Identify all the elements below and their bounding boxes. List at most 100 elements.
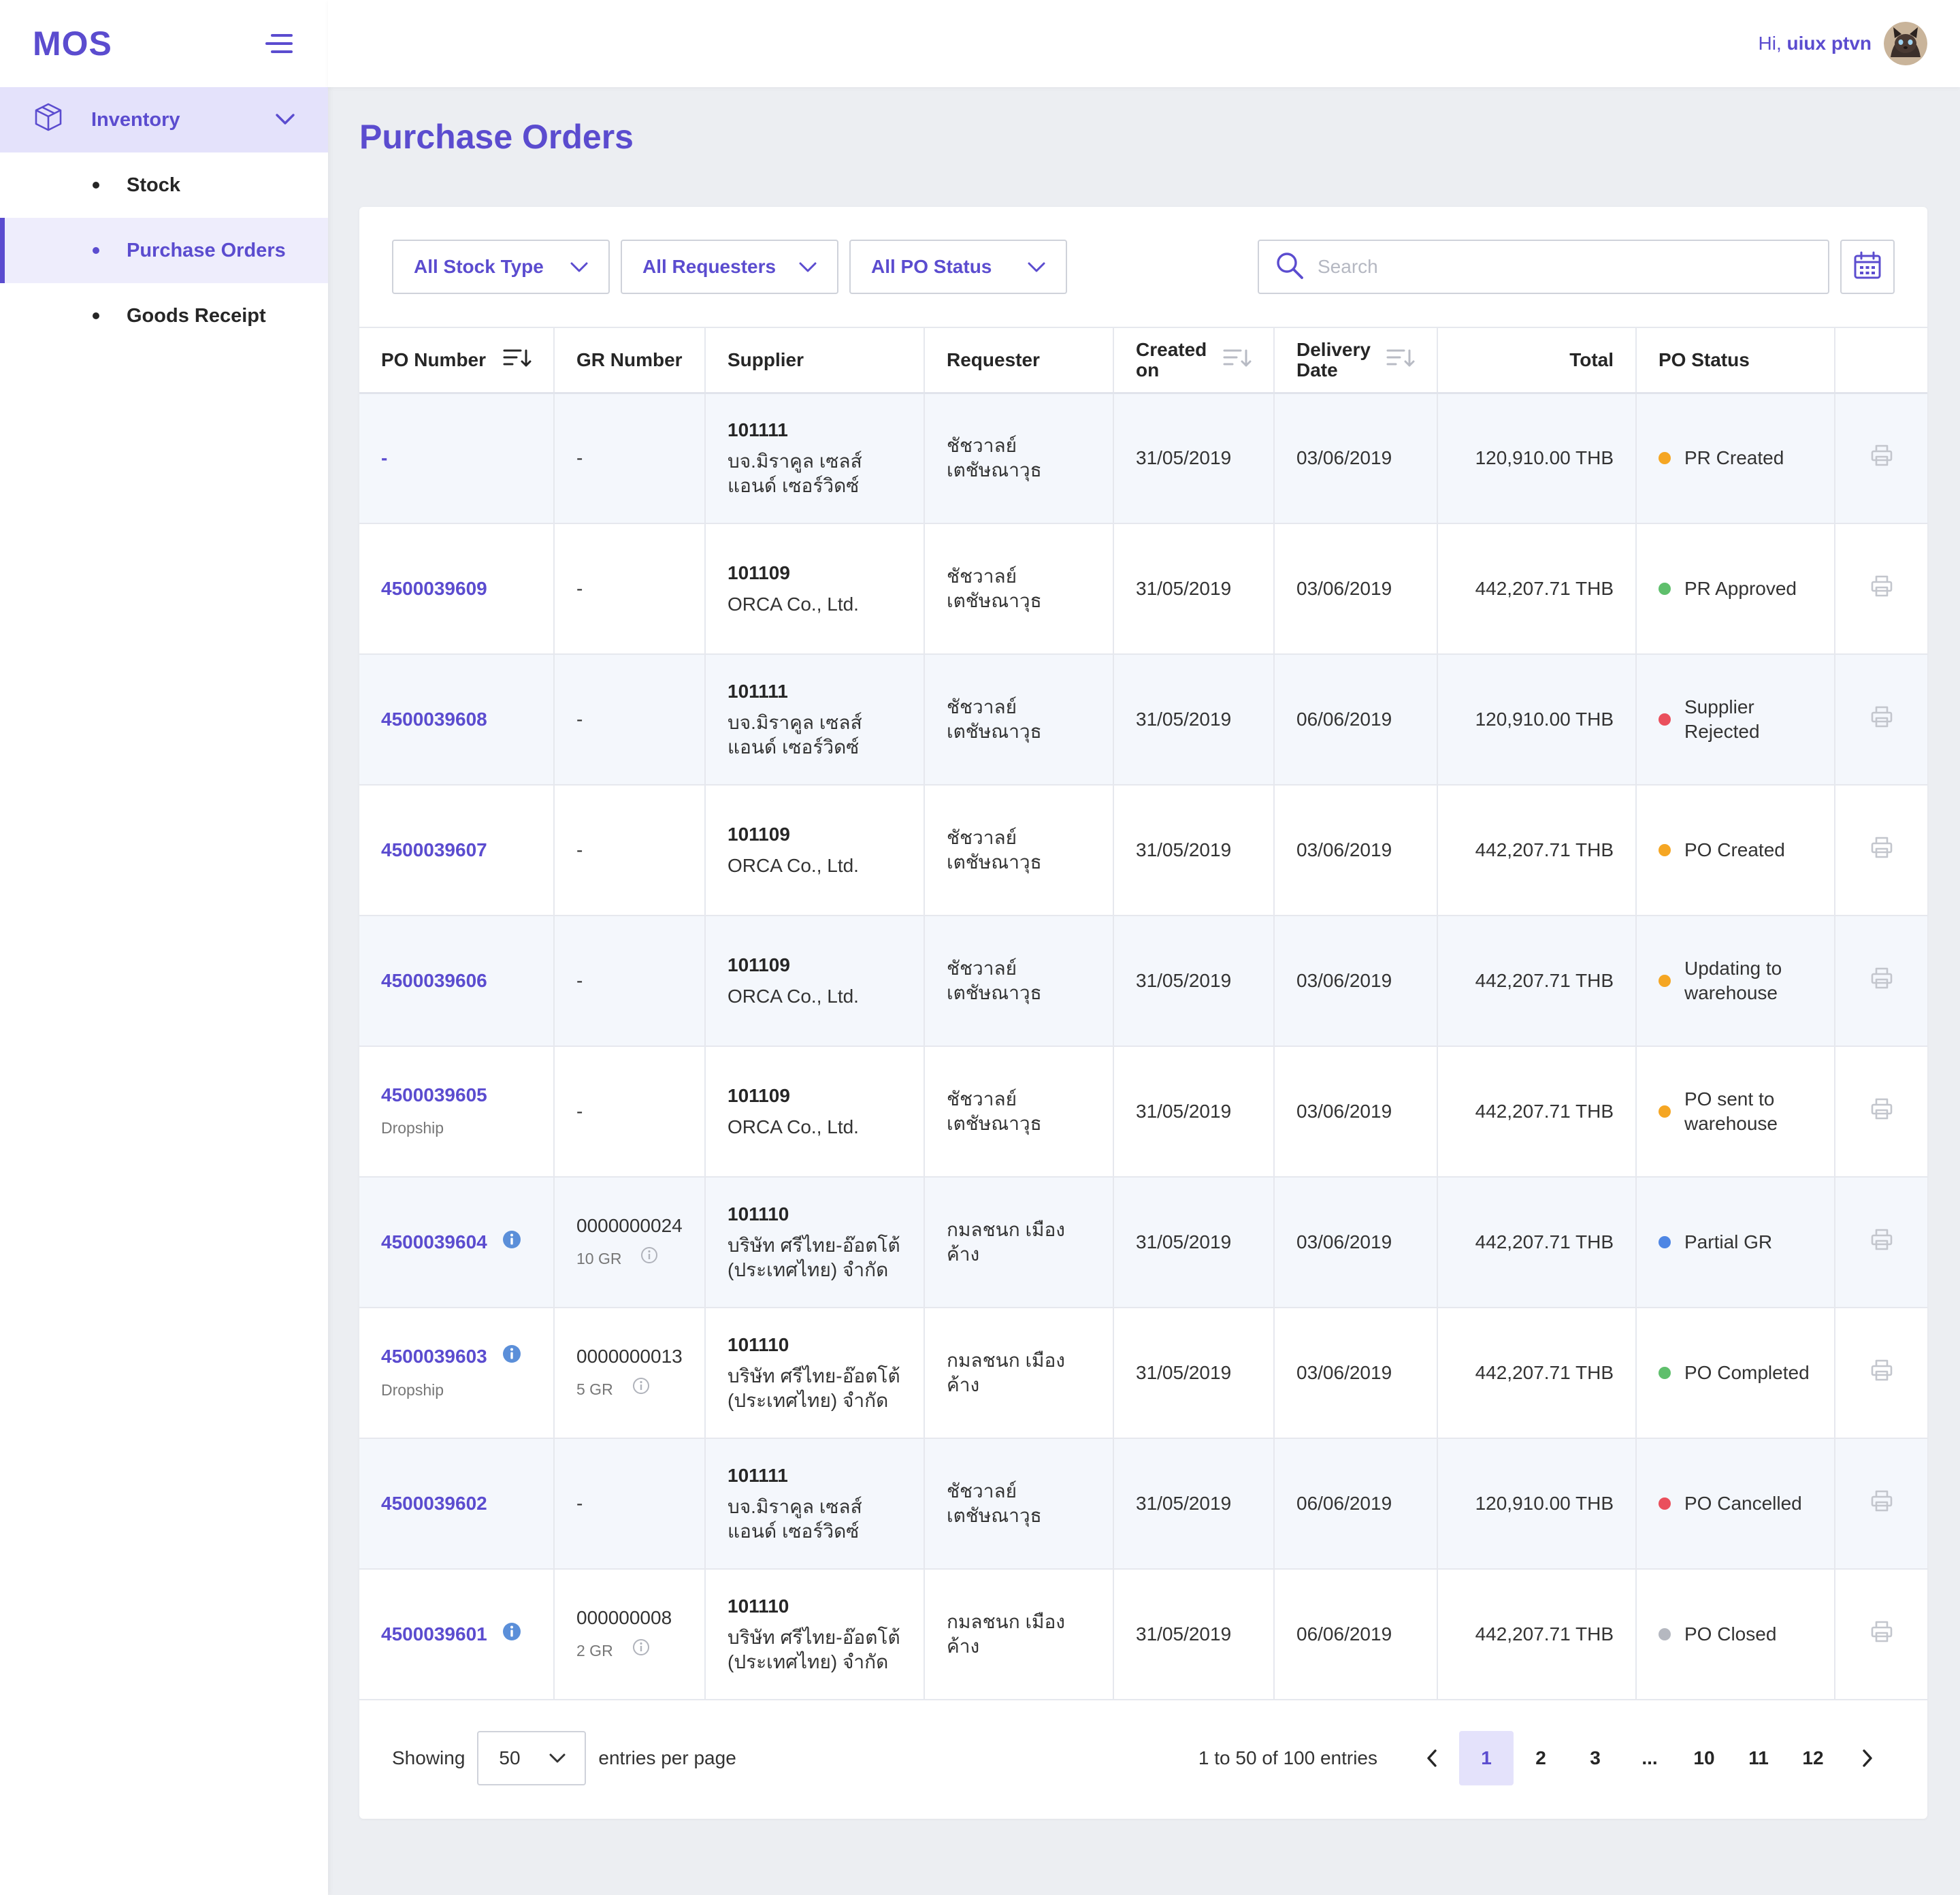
- cell-supplier: 101110 บริษัท ศรีไทย-อ๊อตโต้ (ประเทศไทย) จ…: [704, 1569, 924, 1700]
- po-number-link[interactable]: 4500039605: [381, 1083, 487, 1107]
- col-requester: Requester: [924, 327, 1113, 394]
- cell-gr-number: -: [553, 654, 705, 785]
- print-icon[interactable]: [1870, 1097, 1893, 1127]
- supplier-code: 101111: [728, 1465, 788, 1486]
- sidebar-item-stock[interactable]: Stock: [0, 152, 328, 218]
- col-total: Total: [1437, 327, 1636, 394]
- table-footer: Showing 50 entries per page 1 to 50 of 1…: [359, 1698, 1927, 1819]
- table-row[interactable]: 4500039608 - 101111 บจ.มิราคูล เซลส์ แอนด์ เ…: [359, 654, 1927, 785]
- page-button[interactable]: 2: [1514, 1731, 1568, 1785]
- page-button[interactable]: 12: [1786, 1731, 1840, 1785]
- gr-number-text: 0000000024: [576, 1215, 683, 1236]
- requester-name-line: กมลชนก เมืองค้าง: [947, 1350, 1065, 1395]
- table-row[interactable]: 4500039605 Dropship - 101109 ORCA Co., Ltd. ช…: [359, 1046, 1927, 1178]
- cell-delivery-date: 06/06/2019: [1273, 654, 1437, 785]
- chevron-down-icon[interactable]: [275, 109, 295, 131]
- prev-page-button[interactable]: [1405, 1731, 1459, 1785]
- search-input[interactable]: [1318, 256, 1794, 278]
- col-created-on[interactable]: Created on: [1113, 327, 1274, 394]
- search-box[interactable]: [1258, 240, 1829, 294]
- sort-icon[interactable]: [1386, 348, 1415, 372]
- print-icon[interactable]: [1870, 444, 1893, 473]
- col-delivery-date[interactable]: Delivery Date: [1273, 327, 1437, 394]
- po-number-text: 4500039609: [381, 578, 487, 599]
- po-number-link[interactable]: 4500039607: [381, 838, 487, 862]
- requester-name-line: เตชัษณาวุธ: [947, 1113, 1042, 1134]
- cell-supplier: 101109 ORCA Co., Ltd.: [704, 916, 924, 1047]
- table-row[interactable]: 4500039602 - 101111 บจ.มิราคูล เซลส์ แอนด์ เ…: [359, 1438, 1927, 1570]
- page-button[interactable]: 1: [1459, 1731, 1514, 1785]
- chevron-down-icon: [799, 256, 817, 278]
- cell-created-on: 31/05/2019: [1113, 523, 1274, 655]
- table-row[interactable]: 4500039604 0000000024 10 GR 101110 บริษัท ศร…: [359, 1177, 1927, 1308]
- supplier-name-line: บริษัท ศรีไทย-อ๊อตโต้: [728, 1365, 900, 1387]
- table-row[interactable]: - - 101111 บจ.มิราคูล เซลส์ แอนด์ เซอร์วิดซ์…: [359, 393, 1927, 524]
- info-outline-icon[interactable]: [640, 1246, 658, 1271]
- table-row[interactable]: 4500039603 Dropship 0000000013 5 GR 101110 บร…: [359, 1308, 1927, 1439]
- cell-actions: [1834, 1308, 1927, 1439]
- print-icon[interactable]: [1870, 1620, 1893, 1649]
- user-greeting[interactable]: Hi, uiux ptvn: [1759, 33, 1872, 54]
- info-outline-icon[interactable]: [632, 1377, 650, 1402]
- cell-requester: กมลชนก เมืองค้าง: [924, 1177, 1113, 1308]
- nav-group-inventory[interactable]: Inventory: [0, 87, 328, 152]
- print-icon[interactable]: [1870, 705, 1893, 734]
- table-row[interactable]: 4500039607 - 101109 ORCA Co., Ltd. ชัชวาลย์เ…: [359, 785, 1927, 916]
- print-icon[interactable]: [1870, 1228, 1893, 1257]
- print-icon[interactable]: [1870, 1489, 1893, 1519]
- po-number-link[interactable]: 4500039601: [381, 1622, 521, 1647]
- col-po-number[interactable]: PO Number: [359, 327, 554, 394]
- cell-po-status: Updating to warehouse: [1635, 916, 1835, 1047]
- cell-po-status: PO Created: [1635, 785, 1835, 916]
- per-page-select[interactable]: 50: [477, 1731, 587, 1785]
- sidebar-item-purchase-orders[interactable]: Purchase Orders: [0, 218, 328, 283]
- table-row[interactable]: 4500039609 - 101109 ORCA Co., Ltd. ชัชวาลย์เ…: [359, 523, 1927, 655]
- cell-delivery-date: 03/06/2019: [1273, 523, 1437, 655]
- next-page-button[interactable]: [1840, 1731, 1895, 1785]
- menu-toggle-icon[interactable]: [264, 32, 294, 55]
- print-icon[interactable]: [1870, 967, 1893, 996]
- calendar-button[interactable]: [1840, 240, 1895, 294]
- info-icon[interactable]: [502, 1230, 521, 1255]
- page-button[interactable]: 11: [1731, 1731, 1786, 1785]
- table-row[interactable]: 4500039601 000000008 2 GR 101110 บริษัท ศรีไ…: [359, 1569, 1927, 1700]
- info-icon[interactable]: [502, 1344, 521, 1370]
- stock-type-select[interactable]: All Stock Type: [392, 240, 610, 294]
- status-text-line: PO Cancelled: [1684, 1493, 1802, 1514]
- status-text-line: warehouse: [1684, 982, 1778, 1003]
- col-label: PO Number: [381, 349, 487, 370]
- requesters-select[interactable]: All Requesters: [621, 240, 838, 294]
- cell-gr-number: -: [553, 1438, 705, 1570]
- po-number-link[interactable]: 4500039609: [381, 577, 487, 601]
- cell-created-on: 31/05/2019: [1113, 654, 1274, 785]
- print-icon[interactable]: [1870, 1359, 1893, 1388]
- po-number-link[interactable]: 4500039603: [381, 1344, 521, 1370]
- avatar[interactable]: [1884, 22, 1927, 65]
- cell-actions: [1834, 785, 1927, 916]
- cell-po-number: 4500039603 Dropship: [359, 1308, 554, 1439]
- table-row[interactable]: 4500039606 - 101109 ORCA Co., Ltd. ชัชวาลย์เ…: [359, 916, 1927, 1047]
- sidebar-item-goods-receipt[interactable]: Goods Receipt: [0, 283, 328, 349]
- supplier-name-line: บจ.มิราคูล เซลส์: [728, 712, 862, 733]
- info-outline-icon[interactable]: [632, 1638, 650, 1663]
- po-status-select[interactable]: All PO Status: [849, 240, 1067, 294]
- status-badge: PO sent to warehouse: [1659, 1087, 1812, 1136]
- po-number-link[interactable]: 4500039608: [381, 707, 487, 732]
- po-number-text: 4500039608: [381, 709, 487, 730]
- print-icon[interactable]: [1870, 836, 1893, 865]
- print-icon[interactable]: [1870, 574, 1893, 604]
- status-dot: [1659, 713, 1671, 726]
- sort-icon[interactable]: [1223, 348, 1252, 372]
- po-number-link[interactable]: 4500039602: [381, 1491, 487, 1516]
- status-text-line: PR Created: [1684, 447, 1784, 469]
- page-button[interactable]: 3: [1568, 1731, 1622, 1785]
- po-number-link[interactable]: 4500039606: [381, 969, 487, 993]
- app-logo[interactable]: MOS: [33, 24, 112, 63]
- po-number-link[interactable]: 4500039604: [381, 1230, 521, 1255]
- page-button[interactable]: 10: [1677, 1731, 1731, 1785]
- cell-total: 442,207.71 THB: [1437, 785, 1636, 916]
- gr-count: 10 GR: [576, 1246, 683, 1271]
- sidebar: MOS Inventory Stock Purchase Orders Good…: [0, 0, 328, 1895]
- info-icon[interactable]: [502, 1622, 521, 1647]
- sort-icon[interactable]: [503, 348, 532, 372]
